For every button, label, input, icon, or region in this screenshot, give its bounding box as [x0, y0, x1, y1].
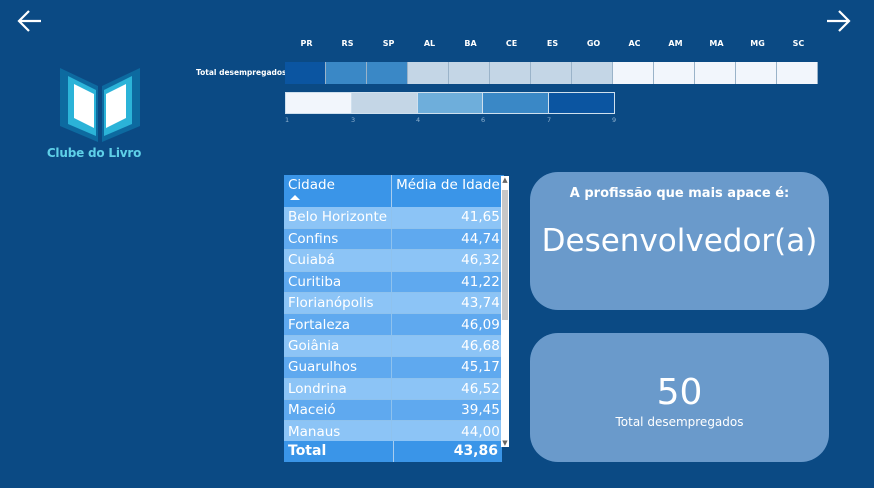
city-cell: Fortaleza [284, 313, 393, 336]
age-cell: 44,74 [391, 228, 504, 251]
scroll-thumb[interactable] [502, 190, 508, 320]
age-cell: 46,32 [391, 249, 504, 272]
column-go: GO [586, 39, 601, 48]
profession-value: Desenvolvedor(a) [541, 223, 818, 259]
city-cell: Londrina [284, 378, 393, 401]
table-scrollbar[interactable]: ▲ ▼ [501, 176, 509, 447]
profession-card: A profissão que mais apace é: Desenvolve… [530, 172, 829, 310]
city-cell: Confins [284, 228, 393, 251]
column-pr: PR [300, 39, 313, 48]
heat-cell-es[interactable] [531, 62, 572, 84]
color-legend [285, 92, 615, 114]
unemployed-value: 50 [656, 372, 703, 413]
scroll-down-icon[interactable]: ▼ [501, 439, 509, 447]
city-cell: Florianópolis [284, 292, 393, 315]
legend-tick-label: 4 [416, 116, 421, 124]
legend-swatch [483, 93, 550, 113]
age-cell: 43,74 [391, 292, 504, 315]
city-cell: Curitiba [284, 271, 393, 294]
age-cell: 44,00 [391, 420, 504, 443]
table-row[interactable]: Curitiba 41,22 [284, 271, 504, 294]
column-al: AL [423, 39, 436, 48]
city-cell: Maceió [284, 399, 393, 422]
column-ma: MA [709, 39, 724, 48]
age-table: Cidade Média de Idade Belo Horizonte 41,6… [284, 175, 510, 462]
matrix-row-label: Total desempregados [196, 68, 287, 77]
heat-cell-sc[interactable] [777, 62, 818, 84]
table-row[interactable]: Confins 44,74 [284, 228, 504, 251]
age-cell: 45,17 [391, 356, 504, 379]
table-row[interactable]: Fortaleza 46,09 [284, 313, 504, 336]
table-row[interactable]: Maceió 39,45 [284, 399, 504, 422]
total-value: 43,86 [453, 443, 498, 459]
age-cell: 41,65 [391, 207, 504, 229]
heat-cell-ma[interactable] [695, 62, 736, 84]
legend-tick-label: 9 [612, 116, 617, 124]
age-cell: 39,45 [391, 399, 504, 422]
table-row[interactable]: Londrina 46,52 [284, 378, 504, 401]
column-mg: MG [750, 39, 765, 48]
table-total-row: Total 43,86 [284, 441, 502, 462]
heat-cell-sp[interactable] [367, 62, 408, 84]
unemployed-card: 50 Total desempregados [530, 333, 829, 462]
profession-title: A profissão que mais apace é: [569, 186, 790, 201]
heat-cell-go[interactable] [572, 62, 613, 84]
legend-tick-label: 1 [285, 116, 290, 124]
unemployed-label: Total desempregados [615, 415, 744, 429]
legend-tick-label: 6 [481, 116, 486, 124]
table-row[interactable]: Manaus 44,00 [284, 420, 504, 443]
heat-cell-pr[interactable] [285, 62, 326, 84]
column-header-cidade[interactable]: Cidade [284, 175, 393, 207]
legend-swatch [286, 93, 352, 113]
legend-tick-label: 3 [351, 116, 356, 124]
heat-cell-al[interactable] [408, 62, 449, 84]
scroll-up-icon[interactable]: ▲ [501, 176, 509, 184]
column-ba: BA [464, 39, 477, 48]
table-row[interactable]: Goiânia 46,68 [284, 335, 504, 358]
city-cell: Cuiabá [284, 249, 393, 272]
heat-cell-rs[interactable] [326, 62, 367, 84]
legend-ticks: 1 3 4 6 7 9 [285, 116, 625, 126]
total-label: Total [284, 441, 394, 462]
heat-cell-ac[interactable] [613, 62, 654, 84]
legend-tick-label: 7 [547, 116, 552, 124]
arrow-left-icon[interactable] [17, 8, 43, 34]
column-es: ES [546, 39, 559, 48]
logo-caption: Clube do Livro [46, 146, 142, 160]
heat-cell-ce[interactable] [490, 62, 531, 84]
city-cell: Goiânia [284, 335, 393, 358]
table-row[interactable]: Cuiabá 46,32 [284, 249, 504, 272]
age-cell: 41,22 [391, 271, 504, 294]
column-am: AM [668, 39, 683, 48]
column-rs: RS [341, 39, 354, 48]
table-row[interactable]: Florianópolis 43,74 [284, 292, 504, 315]
legend-swatch [417, 93, 484, 113]
heat-cell-ba[interactable] [449, 62, 490, 84]
arrow-right-icon[interactable] [825, 8, 851, 34]
city-cell: Manaus [284, 420, 393, 443]
heatmap-row [285, 62, 820, 84]
heat-cell-am[interactable] [654, 62, 695, 84]
table-row[interactable]: Guarulhos 45,17 [284, 356, 504, 379]
legend-swatch [549, 93, 614, 113]
sort-ascending-icon[interactable] [290, 195, 300, 200]
age-cell: 46,09 [391, 313, 504, 336]
city-cell: Guarulhos [284, 356, 393, 379]
column-sc: SC [792, 39, 805, 48]
legend-swatch [351, 93, 418, 113]
column-header-media-idade[interactable]: Média de Idade [391, 175, 504, 207]
column-ce: CE [505, 39, 518, 48]
table-row[interactable]: Belo Horizonte 41,65 [284, 207, 504, 229]
column-sp: SP [382, 39, 395, 48]
age-cell: 46,68 [391, 335, 504, 358]
age-cell: 46,52 [391, 378, 504, 401]
heat-cell-mg[interactable] [736, 62, 777, 84]
city-cell: Belo Horizonte [284, 207, 393, 229]
column-ac: AC [628, 39, 641, 48]
